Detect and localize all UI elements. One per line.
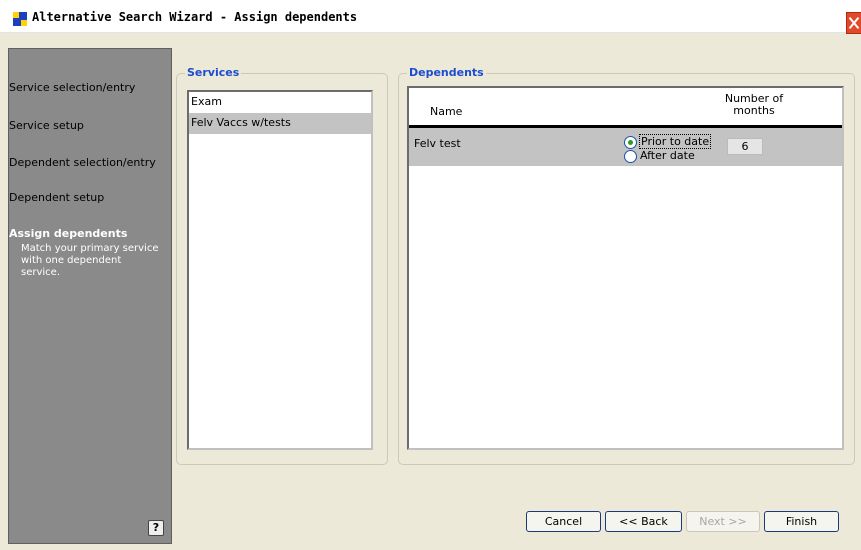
dependents-grid-header: Name Number of months xyxy=(409,88,842,128)
radio-unchecked-icon xyxy=(624,150,637,163)
title-bar: Alternative Search Wizard - Assign depen… xyxy=(0,0,861,34)
window-title: Alternative Search Wizard - Assign depen… xyxy=(32,10,358,24)
dependent-name: Felv test xyxy=(414,137,461,150)
column-header-months: Number of months xyxy=(724,92,784,117)
finish-button[interactable]: Finish xyxy=(764,511,839,532)
wizard-steps-sidebar: Service selection/entry Service setup De… xyxy=(8,48,172,544)
cancel-button[interactable]: Cancel xyxy=(526,511,601,532)
back-button[interactable]: << Back xyxy=(605,511,682,532)
service-item-felv-vaccs[interactable]: Felv Vaccs w/tests xyxy=(189,113,371,134)
step-description: Match your primary service with one depe… xyxy=(21,243,159,278)
step-assign-dependents: Assign dependents xyxy=(9,227,128,240)
radio-checked-icon xyxy=(624,136,637,149)
step-service-setup: Service setup xyxy=(9,119,84,132)
prior-to-date-label: Prior to date xyxy=(638,134,712,149)
service-item-exam[interactable]: Exam xyxy=(189,92,371,113)
services-group-title: Services xyxy=(185,66,242,79)
months-input[interactable]: 6 xyxy=(727,138,763,155)
help-icon[interactable]: ? xyxy=(148,520,164,536)
step-dependent-setup: Dependent setup xyxy=(9,191,105,204)
app-icon xyxy=(13,12,27,26)
dependents-grid[interactable]: Name Number of months Felv test Prior to… xyxy=(407,86,844,450)
dependents-group-title: Dependents xyxy=(407,66,486,79)
next-button[interactable]: Next >> xyxy=(686,511,760,532)
column-header-name: Name xyxy=(430,105,463,118)
step-service-selection: Service selection/entry xyxy=(9,81,136,94)
after-date-label: After date xyxy=(640,149,695,162)
services-list[interactable]: Exam Felv Vaccs w/tests xyxy=(187,90,373,450)
dependent-row[interactable]: Felv test Prior to date After date 6 xyxy=(409,128,842,166)
close-icon[interactable] xyxy=(846,12,861,34)
step-dependent-selection: Dependent selection/entry xyxy=(9,156,156,169)
